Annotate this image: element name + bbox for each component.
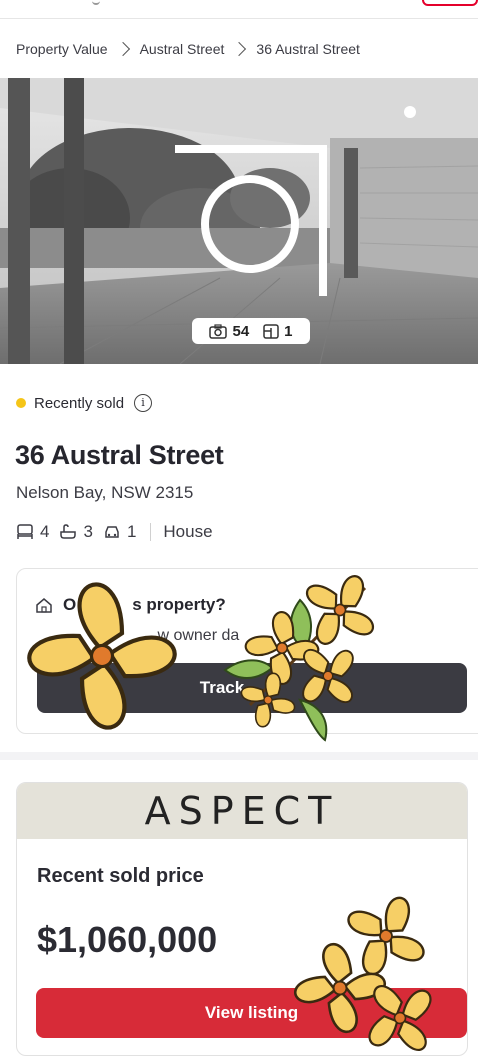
view-listing-button[interactable]: View listing — [36, 988, 467, 1038]
property-address: 36 Austral Street — [15, 440, 224, 470]
status-dot — [16, 398, 26, 408]
info-icon[interactable]: i — [134, 394, 153, 412]
property-features: 4 3 1 House — [16, 522, 213, 542]
owner-question-head: O — [63, 595, 77, 614]
photo-count: 54 — [232, 322, 250, 340]
cars-feature: 1 — [103, 522, 136, 542]
floorplan-count-group: 1 — [263, 322, 293, 340]
recent-sold-label: Recent sold price — [37, 865, 204, 887]
owner-card: O s property? w owner da ts. Track — [16, 568, 478, 734]
property-suburb: Nelson Bay, NSW 2315 — [16, 483, 194, 502]
cars-count: 1 — [126, 522, 137, 541]
status-label: Recently sold — [34, 394, 125, 412]
logo-fragment — [92, 0, 100, 5]
owner-description: w owner da ts. — [67, 627, 335, 645]
track-property-button[interactable]: Track — [37, 663, 467, 713]
view-listing-label: View listing — [204, 1003, 299, 1022]
breadcrumb-address: 36 Austral Street — [256, 41, 360, 57]
photo-count-group: 54 — [209, 323, 249, 340]
photo-count-badge[interactable]: 54 1 — [192, 318, 310, 344]
breadcrumb: Property Value Austral Street 36 Austral… — [16, 38, 360, 60]
baths-feature: 3 — [59, 522, 93, 542]
owner-desc-tail: ts. — [318, 627, 336, 644]
floorplan-icon — [263, 323, 279, 339]
baths-count: 3 — [83, 522, 93, 541]
top-app-bar — [0, 0, 478, 19]
track-button-label: Track — [199, 678, 245, 697]
chevron-right-icon — [232, 41, 247, 57]
chevron-right-icon — [115, 41, 130, 57]
bath-icon — [60, 524, 77, 539]
section-separator — [0, 752, 478, 760]
camera-icon — [209, 323, 228, 339]
property-type: House — [163, 522, 213, 541]
breadcrumb-property-value[interactable]: Property Value — [16, 41, 108, 57]
breadcrumb-street[interactable]: Austral Street — [140, 41, 225, 57]
advertiser-card: ASPECT Recent sold price $1,060,000 View… — [16, 782, 468, 1056]
owner-desc-mid: w owner da — [157, 627, 240, 644]
sale-status: Recently sold i — [16, 394, 153, 412]
agency-banner[interactable]: ASPECT — [17, 783, 467, 839]
beds-count: 4 — [40, 522, 50, 541]
floorplan-count: 1 — [284, 322, 293, 340]
owner-question: O s property? — [35, 595, 226, 615]
header-action-button[interactable] — [422, 0, 478, 6]
home-icon — [36, 598, 52, 613]
feature-divider — [150, 523, 152, 541]
beds-feature: 4 — [16, 522, 49, 542]
sold-price: $1,060,000 — [37, 919, 218, 960]
owner-question-tail: s property? — [132, 595, 226, 614]
bed-icon — [17, 524, 33, 539]
car-icon — [105, 526, 119, 538]
